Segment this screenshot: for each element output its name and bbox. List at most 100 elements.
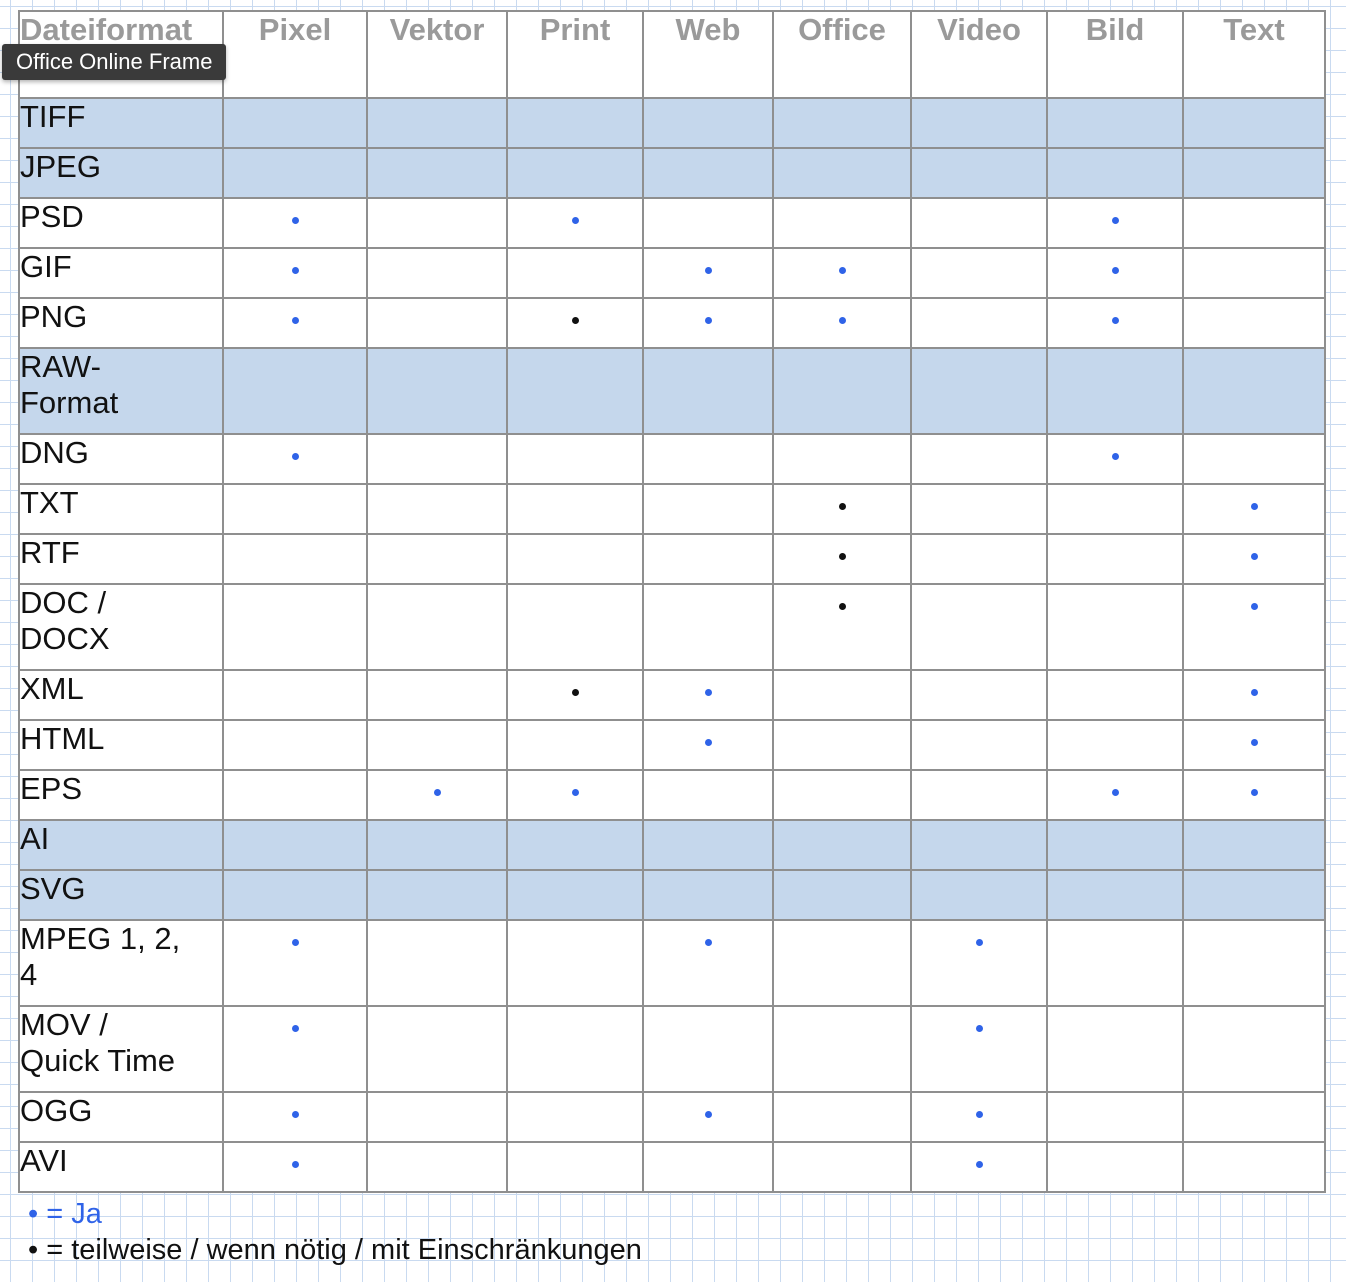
- table-row: XML: [18, 669, 1326, 721]
- table-cell: [506, 1141, 644, 1193]
- file-format-table: Dateiformat Pixel Vektor Print Web Offic…: [18, 10, 1326, 1193]
- dot-yes-icon: [572, 217, 579, 224]
- table-cell: [772, 719, 912, 771]
- table-cell: [1182, 97, 1326, 149]
- table-row: AVI: [18, 1141, 1326, 1193]
- dot-yes-icon: [292, 1111, 299, 1118]
- dot-yes-icon: [1251, 689, 1258, 696]
- table-cell: [222, 347, 368, 435]
- dot-partial-icon: [572, 689, 579, 696]
- table-cell: [1046, 347, 1184, 435]
- table-row: RAW- Format: [18, 347, 1326, 435]
- table-row: DNG: [18, 433, 1326, 485]
- format-label-line: 4: [20, 957, 38, 992]
- table-cell: [642, 533, 774, 585]
- format-label-line: AVI: [20, 1143, 68, 1178]
- table-cell: [366, 147, 508, 199]
- table-cell: [1046, 297, 1184, 349]
- table-cell: [772, 147, 912, 199]
- dot-yes-icon: [705, 689, 712, 696]
- table-row: GIF: [18, 247, 1326, 299]
- format-label-line: HTML: [20, 721, 105, 756]
- table-cell: [772, 819, 912, 871]
- table-cell: [366, 583, 508, 671]
- header-cell: Vektor: [366, 10, 508, 99]
- dot-yes-icon: [839, 317, 846, 324]
- format-label-line: DOCX: [20, 621, 110, 656]
- dot-yes-icon: [705, 739, 712, 746]
- table-row: EPS: [18, 769, 1326, 821]
- dot-yes-icon: [1112, 217, 1119, 224]
- format-label-line: MOV /: [20, 1007, 108, 1042]
- table-cell: [1182, 247, 1326, 299]
- format-label-line: SVG: [20, 871, 86, 906]
- table-cell: [506, 247, 644, 299]
- table-row: HTML: [18, 719, 1326, 771]
- table-cell: [910, 247, 1048, 299]
- dot-yes-icon: [292, 453, 299, 460]
- table-cell: [1046, 1091, 1184, 1143]
- dot-yes-icon: [705, 1111, 712, 1118]
- format-label-line: DNG: [20, 435, 89, 470]
- table-cell: [222, 669, 368, 721]
- table-cell: [1182, 869, 1326, 921]
- table-cell: [1182, 1091, 1326, 1143]
- format-label-line: AI: [20, 821, 50, 856]
- table-cell: [366, 1091, 508, 1143]
- format-label-line: OGG: [20, 1093, 93, 1128]
- legend-yes: • = Ja: [28, 1196, 642, 1232]
- table-cell: [222, 919, 368, 1007]
- table-cell: [1182, 669, 1326, 721]
- table-cell: [910, 1141, 1048, 1193]
- table-cell: [366, 247, 508, 299]
- table-cell: [506, 719, 644, 771]
- table-cell: [1182, 347, 1326, 435]
- header-cell: Web: [642, 10, 774, 99]
- table-body: TIFF JPEG PSD GIF PNG RAW- Format DNG TXT RTF DOC …: [18, 97, 1326, 1193]
- table-cell: [366, 769, 508, 821]
- table-cell: [910, 1005, 1048, 1093]
- table-cell: [642, 433, 774, 485]
- table-row: DOC / DOCX: [18, 583, 1326, 671]
- table-cell: [506, 1005, 644, 1093]
- table-cell: [772, 1141, 912, 1193]
- table-cell: [1046, 769, 1184, 821]
- table-cell: [910, 869, 1048, 921]
- table-cell: [366, 669, 508, 721]
- table-cell: [772, 197, 912, 249]
- table-cell: [222, 583, 368, 671]
- dot-yes-icon: [839, 267, 846, 274]
- table-cell: [772, 1005, 912, 1093]
- table-cell: [222, 247, 368, 299]
- dot-yes-icon: [976, 939, 983, 946]
- format-label: TXT: [18, 483, 224, 535]
- table-cell: [910, 769, 1048, 821]
- table-cell: [772, 483, 912, 535]
- format-label-line: MPEG 1, 2,: [20, 921, 181, 956]
- table-row: AI: [18, 819, 1326, 871]
- format-label: JPEG: [18, 147, 224, 199]
- format-label: PNG: [18, 297, 224, 349]
- header-cell: Text: [1182, 10, 1326, 99]
- table-cell: [772, 433, 912, 485]
- table-cell: [222, 819, 368, 871]
- table-cell: [506, 533, 644, 585]
- table-cell: [222, 769, 368, 821]
- table-cell: [1182, 769, 1326, 821]
- dot-yes-icon: [1251, 503, 1258, 510]
- table-cell: [910, 483, 1048, 535]
- format-label: PSD: [18, 197, 224, 249]
- header-cell: Office: [772, 10, 912, 99]
- table-cell: [366, 919, 508, 1007]
- table-cell: [642, 247, 774, 299]
- table-cell: [506, 347, 644, 435]
- format-label: SVG: [18, 869, 224, 921]
- table-cell: [910, 819, 1048, 871]
- table-row: OGG: [18, 1091, 1326, 1143]
- table-cell: [772, 669, 912, 721]
- table-cell: [772, 297, 912, 349]
- table-cell: [506, 297, 644, 349]
- table-row: TIFF: [18, 97, 1326, 149]
- table-cell: [642, 1091, 774, 1143]
- table-cell: [366, 197, 508, 249]
